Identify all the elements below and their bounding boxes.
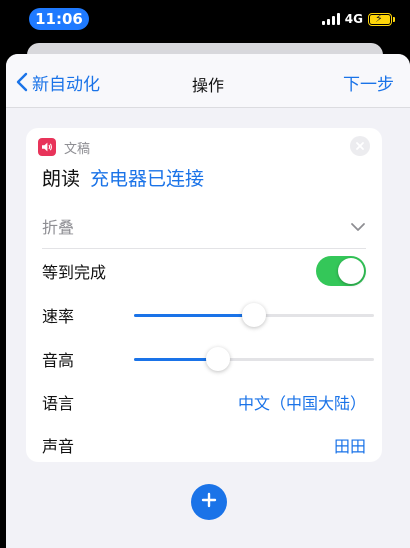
voice-row: 声音 田田 (42, 430, 366, 460)
close-icon[interactable] (350, 136, 370, 156)
rate-label: 速率 (42, 307, 75, 326)
next-button[interactable]: 下一步 (343, 70, 394, 95)
action-summary: 朗读 充电器已连接 (42, 164, 204, 191)
network-label: 4G (344, 12, 363, 26)
language-row: 语言 中文（中国大陆） (42, 387, 366, 417)
charging-bolt-icon: ⚡ (375, 11, 383, 25)
action-parameter[interactable]: 充电器已连接 (90, 164, 204, 191)
rate-slider[interactable] (134, 300, 374, 330)
battery-icon: ⚡ (368, 11, 395, 26)
automation-sheet: 新自动化 操作 下一步 文稿 朗读 充电器已连接 折叠 等到完成 速率 音高 语… (6, 54, 410, 548)
collapse-toggle[interactable]: 折叠 (42, 214, 366, 238)
wait-until-finished-label: 等到完成 (42, 263, 107, 282)
pitch-slider-thumb[interactable] (206, 347, 230, 371)
add-action-button[interactable] (191, 484, 227, 520)
status-time: 11:06 (29, 8, 89, 30)
rate-slider-thumb[interactable] (242, 303, 266, 327)
speak-text-action-card: 文稿 朗读 充电器已连接 折叠 等到完成 速率 音高 语言 中文（中国大陆） 声… (26, 128, 382, 462)
rate-row: 速率 (42, 300, 374, 330)
language-value[interactable]: 中文（中国大陆） (238, 390, 366, 414)
pitch-row: 音高 (42, 344, 374, 374)
status-indicators: 4G ⚡ (321, 11, 395, 27)
navigation-bar: 新自动化 操作 下一步 (6, 54, 410, 108)
language-label: 语言 (42, 394, 75, 413)
status-bar: 11:06 4G ⚡ (0, 0, 410, 40)
divider (42, 248, 366, 249)
app-name: 文稿 (64, 141, 91, 157)
speaker-icon (38, 138, 56, 156)
signal-icon (321, 13, 340, 25)
chevron-down-icon (350, 217, 366, 236)
voice-label: 声音 (42, 437, 75, 456)
wait-until-finished-row: 等到完成 (42, 256, 366, 286)
card-header: 文稿 (38, 138, 91, 157)
action-verb: 朗读 (42, 168, 81, 190)
pitch-slider[interactable] (134, 344, 374, 374)
pitch-label: 音高 (42, 351, 75, 370)
plus-icon (201, 492, 217, 512)
wait-until-finished-toggle[interactable] (316, 256, 366, 286)
voice-value[interactable]: 田田 (334, 433, 366, 457)
collapse-label: 折叠 (42, 218, 75, 237)
